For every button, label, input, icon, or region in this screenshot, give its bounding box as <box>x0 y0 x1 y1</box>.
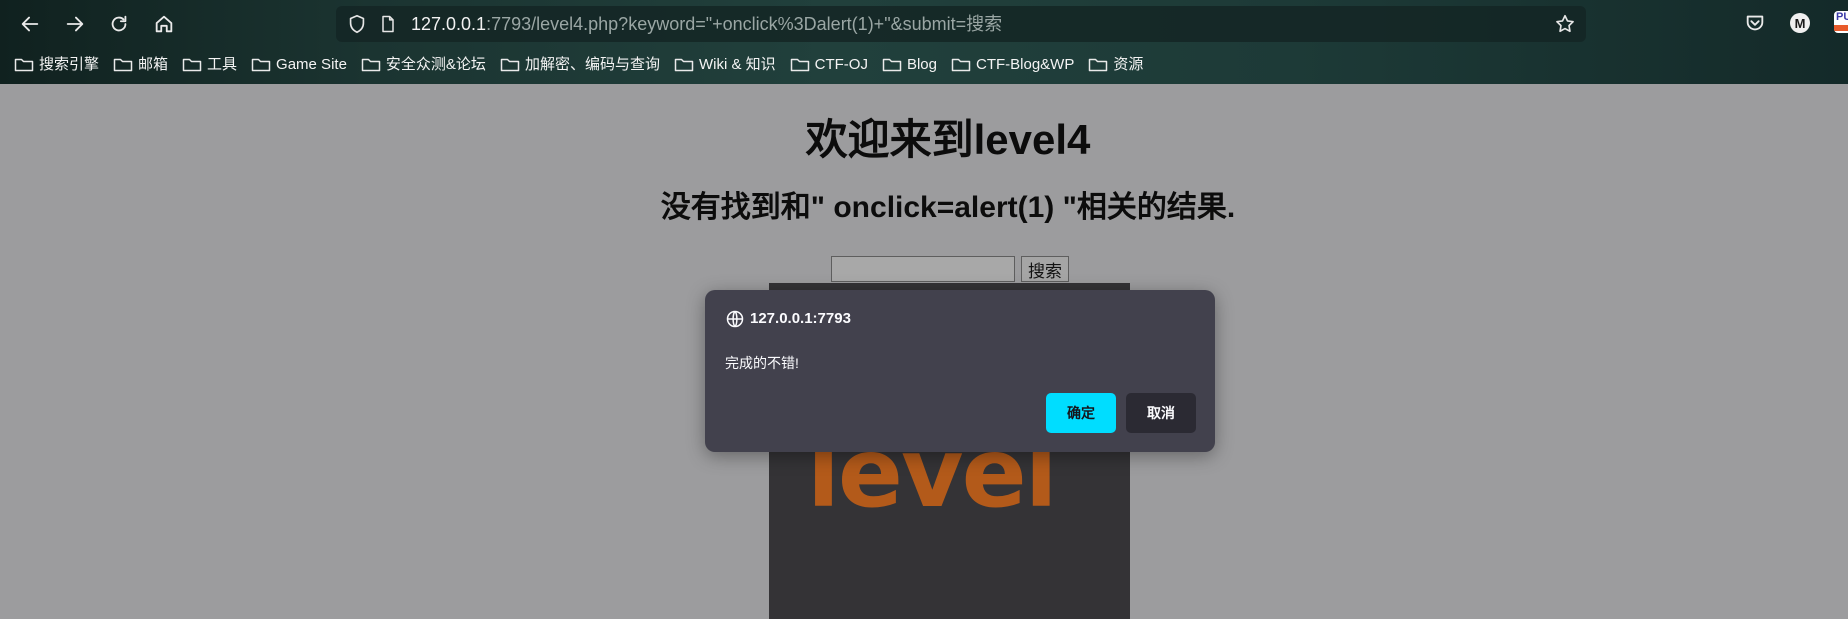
bookmark-folder[interactable]: 工具 <box>182 56 237 74</box>
bookmark-label: CTF-Blog&WP <box>975 56 1075 73</box>
forward-button[interactable] <box>59 8 91 40</box>
bookmark-label: Game Site <box>276 56 347 73</box>
search-form: 搜索 <box>831 255 1069 283</box>
bookmark-label: 搜索引擎 <box>39 56 100 73</box>
search-input[interactable] <box>831 256 1015 282</box>
bookmark-folder[interactable]: 搜索引擎 <box>14 56 99 74</box>
pocket-button[interactable] <box>1743 11 1767 35</box>
folder-icon <box>113 58 133 72</box>
tracking-shield-icon[interactable] <box>346 13 368 35</box>
extension-stripe <box>1834 25 1848 31</box>
ok-button[interactable]: 确定 <box>1046 393 1116 433</box>
folder-icon <box>361 58 381 72</box>
folder-icon <box>674 58 694 72</box>
extension-button[interactable]: PU <box>1834 11 1848 33</box>
bookmark-label: CTF-OJ <box>814 56 868 73</box>
search-button[interactable]: 搜索 <box>1021 256 1069 282</box>
folder-icon <box>251 58 271 72</box>
bookmark-label: Wiki & 知识 <box>698 56 776 73</box>
bookmark-folder[interactable]: 资源 <box>1088 56 1143 74</box>
folder-icon <box>882 58 902 72</box>
bookmark-folder[interactable]: Blog <box>882 56 937 74</box>
folder-icon <box>182 58 202 72</box>
bookmark-folder[interactable]: 安全众测&论坛 <box>361 56 486 74</box>
globe-icon <box>726 310 744 328</box>
folder-icon <box>14 58 34 72</box>
reload-button[interactable] <box>103 8 135 40</box>
bookmark-folder[interactable]: CTF-Blog&WP <box>951 56 1074 74</box>
account-button[interactable]: M <box>1788 11 1812 35</box>
bookmark-star-icon[interactable] <box>1554 13 1576 35</box>
bookmark-folder[interactable]: Wiki & 知识 <box>674 56 776 74</box>
page-title: 欢迎来到level4 <box>805 116 1091 163</box>
bookmark-label: 安全众测&论坛 <box>385 56 486 73</box>
folder-icon <box>790 58 809 72</box>
browser-chrome: 127.0.0.1:7793/level4.php?keyword="+oncl… <box>0 0 1848 84</box>
url-path: :7793/level4.php?keyword="+onclick%3Dale… <box>486 14 1003 34</box>
back-arrow-icon <box>21 16 39 32</box>
search-result-text: 没有找到和" onclick=alert(1) "相关的结果. <box>660 191 1236 224</box>
account-avatar: M <box>1790 13 1810 33</box>
pocket-icon <box>1746 15 1764 31</box>
url-text[interactable]: 127.0.0.1:7793/level4.php?keyword="+oncl… <box>411 14 1002 34</box>
bookmark-label: 资源 <box>1113 56 1144 73</box>
folder-icon <box>500 58 520 72</box>
url-host: 127.0.0.1 <box>411 14 487 34</box>
bookmark-folder[interactable]: 邮箱 <box>113 56 168 74</box>
bookmark-label: 加解密、编码与查询 <box>524 56 660 73</box>
forward-arrow-icon <box>66 16 84 32</box>
alert-dialog: 127.0.0.1:7793 完成的不错! 确定 取消 <box>705 290 1215 452</box>
extension-label: PU <box>1836 11 1848 23</box>
folder-icon <box>1089 58 1108 72</box>
bookmark-folder[interactable]: CTF-OJ <box>790 56 868 74</box>
bookmark-label: 工具 <box>207 56 238 73</box>
browser-toolbar: 127.0.0.1:7793/level4.php?keyword="+oncl… <box>0 0 1848 48</box>
cancel-button[interactable]: 取消 <box>1126 393 1196 433</box>
bookmarks-toolbar: 搜索引擎 邮箱 工具 Game Site 安全众测&论坛 加解密、编码与查询 W… <box>14 54 1157 76</box>
home-icon <box>155 15 173 33</box>
bookmark-folder[interactable]: Game Site <box>251 56 347 74</box>
bookmark-label: Blog <box>906 56 937 73</box>
folder-icon <box>951 58 971 72</box>
bookmark-folder[interactable]: 加解密、编码与查询 <box>500 56 660 74</box>
bookmark-label: 邮箱 <box>138 56 169 73</box>
url-bar[interactable]: 127.0.0.1:7793/level4.php?keyword="+oncl… <box>336 6 1586 42</box>
reload-icon <box>111 15 127 32</box>
dialog-origin: 127.0.0.1:7793 <box>750 310 851 327</box>
dialog-message: 完成的不错! <box>725 355 799 371</box>
home-button[interactable] <box>148 8 180 40</box>
back-button[interactable] <box>14 8 46 40</box>
page-info-icon[interactable] <box>378 14 398 34</box>
